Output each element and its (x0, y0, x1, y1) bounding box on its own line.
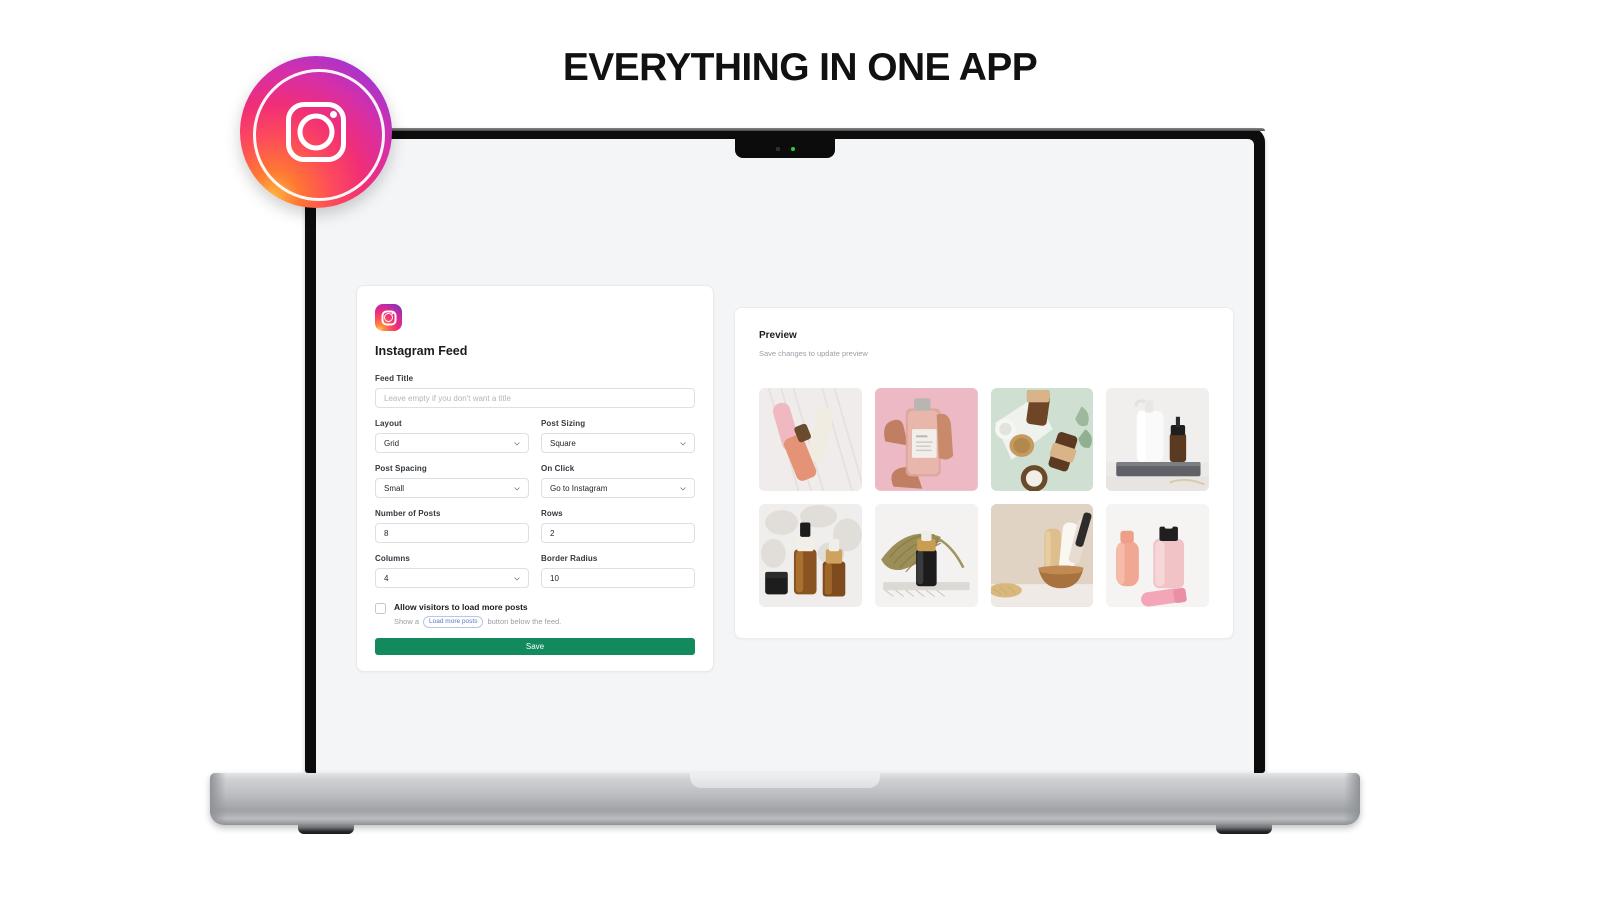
camera-dot-icon (775, 146, 780, 151)
field-post-sizing: Post Sizing Square (541, 419, 695, 453)
instagram-camera-glyph-icon (286, 102, 346, 162)
card-title: Instagram Feed (375, 344, 468, 358)
layout-select-value: Grid (384, 438, 400, 448)
instagram-feed-settings-card: Instagram Feed Feed Title Leave empty if… (356, 285, 714, 672)
feed-tile-amber-dropper-bottles-flat-lay-on-mint-green[interactable] (990, 388, 1094, 491)
field-rows: Rows 2 (541, 509, 695, 543)
field-post-spacing: Post Spacing Small (375, 464, 529, 498)
on-click-select-value: Go to Instagram (550, 483, 608, 493)
columns-select-value: 4 (384, 573, 389, 583)
load-more-posts-label: Allow visitors to load more posts (394, 602, 528, 612)
feed-tile-pink-tube-and-rose-serum-bottle-on-white[interactable] (1106, 503, 1209, 607)
border-radius-input[interactable]: 10 (541, 568, 695, 588)
field-number-of-posts: Number of Posts 8 (375, 509, 529, 543)
field-border-radius: Border Radius 10 (541, 554, 695, 588)
preview-card: Preview Save changes to update preview (734, 307, 1234, 639)
laptop-base-edge-right (1344, 773, 1360, 825)
label-feed-title: Feed Title (375, 374, 414, 383)
field-feed-title: Feed Title Leave empty if you don't want… (375, 374, 695, 408)
laptop-base-notch (690, 773, 880, 788)
chevron-down-icon (680, 441, 686, 447)
feed-tile-pink-tubes-and-serum-bottle-on-white-fabric[interactable] (759, 388, 862, 491)
label-border-radius: Border Radius (541, 554, 598, 563)
laptop-foot-right (1216, 823, 1272, 834)
label-layout: Layout (375, 419, 402, 428)
feed-tile-amber-dropper-bottles-with-black-jar-shadow-light[interactable] (759, 503, 862, 607)
field-columns: Columns 4 (375, 554, 529, 588)
preview-title: Preview (759, 330, 797, 341)
load-more-posts-checkbox[interactable] (375, 603, 386, 614)
chevron-down-icon (514, 486, 520, 492)
laptop-screen-content: Instagram Feed Feed Title Leave empty if… (316, 139, 1254, 773)
post-sizing-select-value: Square (550, 438, 576, 448)
columns-select[interactable]: 4 (375, 568, 529, 588)
laptop-foot-left (298, 823, 354, 834)
hint-before: Show a (394, 617, 420, 627)
load-more-posts-text: Allow visitors to load more posts Show a… (394, 602, 561, 628)
chevron-down-icon (514, 576, 520, 582)
rows-input[interactable]: 2 (541, 523, 695, 543)
preview-subtitle: Save changes to update preview (759, 349, 868, 358)
laptop-screen-bezel: Instagram Feed Feed Title Leave empty if… (305, 128, 1265, 773)
laptop-notch (735, 139, 835, 158)
laptop-mockup: Instagram Feed Feed Title Leave empty if… (210, 128, 1360, 834)
label-columns: Columns (375, 554, 410, 563)
post-spacing-select-value: Small (384, 483, 405, 493)
chevron-down-icon (680, 486, 686, 492)
label-on-click: On Click (541, 464, 575, 473)
save-button[interactable]: Save (375, 637, 695, 655)
green-indicator-led-icon (790, 146, 795, 151)
field-on-click: On Click Go to Instagram (541, 464, 695, 498)
field-layout: Layout Grid (375, 419, 529, 453)
label-post-sizing: Post Sizing (541, 419, 586, 428)
hint-after: button below the feed. (487, 617, 562, 627)
laptop-base (210, 773, 1360, 834)
instagram-logo-icon (240, 56, 392, 208)
feed-tile-white-pump-bottle-and-amber-dropper-on-stone-slab[interactable] (1106, 388, 1209, 491)
chevron-down-icon (514, 441, 520, 447)
page-title: EVERYTHING IN ONE APP (562, 46, 1038, 89)
row-posts-rows: Number of Posts 8 Rows 2 (375, 509, 695, 543)
number-of-posts-input[interactable]: 8 (375, 523, 529, 543)
row-layout-sizing: Layout Grid Post Sizing Square (375, 419, 695, 453)
feed-tile-black-dropper-bottle-with-dried-palm-leaf[interactable] (874, 503, 978, 607)
feed-tile-hand-holding-labeled-pink-bottle-on-pink-background[interactable] (874, 388, 978, 491)
laptop-base-edge-left (210, 773, 226, 825)
feed-tile-cream-bottles-in-wooden-bowl-with-brush[interactable] (990, 503, 1094, 607)
label-post-spacing: Post Spacing (375, 464, 427, 473)
load-more-posts-hint: Show a Load more posts button below the … (394, 616, 561, 628)
screenshot-stage: EVERYTHING IN ONE APP Instagram Feed Fee… (0, 0, 1600, 900)
row-spacing-onclick: Post Spacing Small On Click Go to Instag… (375, 464, 695, 498)
load-more-posts-pill: Load more posts (423, 616, 484, 628)
layout-select[interactable]: Grid (375, 433, 529, 453)
load-more-posts-option[interactable]: Allow visitors to load more posts Show a… (375, 602, 695, 628)
on-click-select[interactable]: Go to Instagram (541, 478, 695, 498)
post-spacing-select[interactable]: Small (375, 478, 529, 498)
label-number-of-posts: Number of Posts (375, 509, 441, 518)
label-rows: Rows (541, 509, 563, 518)
preview-feed-grid (759, 388, 1209, 607)
instagram-app-icon (375, 304, 402, 331)
post-sizing-select[interactable]: Square (541, 433, 695, 453)
feed-title-input[interactable]: Leave empty if you don't want a title (375, 388, 695, 408)
row-columns-radius: Columns 4 Border Radius 10 (375, 554, 695, 588)
